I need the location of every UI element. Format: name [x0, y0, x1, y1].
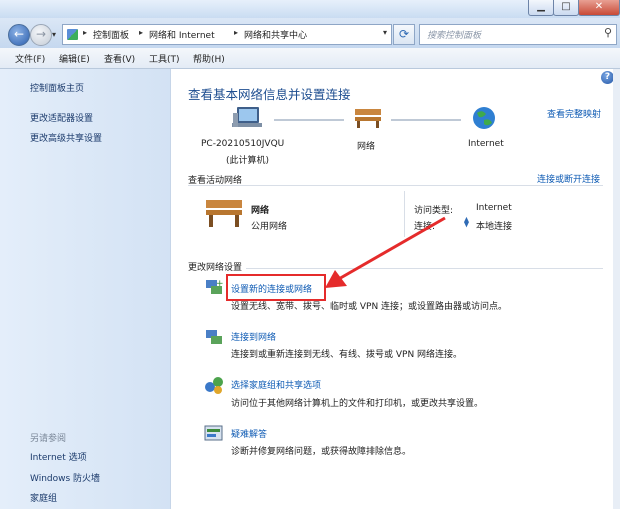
sidebar-item-homegroup[interactable]: 家庭组	[30, 491, 57, 504]
sidebar-item-control-panel-home[interactable]: 控制面板主页	[30, 81, 84, 94]
breadcrumb-control-panel[interactable]: 控制面板	[93, 28, 129, 41]
task-connect-to-network[interactable]: 连接到网络	[231, 330, 276, 343]
control-panel-icon	[67, 29, 78, 40]
connection-line	[391, 119, 461, 121]
access-type-value: Internet	[476, 203, 512, 213]
network-bench-icon	[355, 109, 381, 128]
connect-network-icon	[206, 330, 222, 344]
network-bench-icon	[206, 200, 242, 227]
task-troubleshoot[interactable]: 疑难解答	[231, 427, 267, 440]
menu-bar: 文件(F) 编辑(E) 查看(V) 工具(T) 帮助(H)	[0, 48, 620, 69]
breadcrumb-separator-icon[interactable]: ▸	[139, 28, 143, 37]
menu-file[interactable]: 文件(F)	[15, 52, 45, 65]
connect-disconnect-link[interactable]: 连接或断开连接	[537, 172, 600, 185]
sidebar-item-adapter-settings[interactable]: 更改适配器设置	[30, 111, 93, 124]
maximize-button[interactable]: □	[553, 0, 579, 16]
menu-help[interactable]: 帮助(H)	[193, 52, 225, 65]
ethernet-icon: ⧫	[464, 217, 469, 228]
sidebar-item-advanced-sharing[interactable]: 更改高级共享设置	[30, 131, 102, 144]
address-bar[interactable]: ▸ 控制面板 ▸ 网络和 Internet ▸ 网络和共享中心 ▾	[62, 24, 392, 45]
task-desc-connect-to-network: 连接到或重新连接到无线、有线、拨号或 VPN 网络连接。	[231, 350, 463, 360]
history-dropdown-icon[interactable]: ▾	[52, 30, 56, 39]
sidebar-item-internet-options[interactable]: Internet 选项	[30, 450, 87, 463]
network-type-link[interactable]: 公用网络	[251, 219, 287, 232]
breadcrumb-separator-icon[interactable]: ▸	[234, 28, 238, 37]
page-title: 查看基本网络信息并设置连接	[188, 87, 351, 102]
main-content: ? 查看基本网络信息并设置连接 查看完整映射 PC-20210510JVQU (…	[171, 69, 620, 509]
minimize-button[interactable]: ▁	[528, 0, 554, 16]
forward-button[interactable]: →	[30, 24, 52, 46]
computer-icon	[232, 107, 262, 127]
see-also-heading: 另请参阅	[30, 434, 67, 444]
sidebar: 控制面板主页 更改适配器设置 更改高级共享设置 另请参阅 Internet 选项…	[0, 69, 171, 509]
search-input[interactable]: 搜索控制面板	[427, 28, 481, 41]
close-button[interactable]: ✕	[578, 0, 620, 16]
divider	[188, 185, 603, 186]
search-icon[interactable]: ⚲	[604, 26, 612, 39]
breadcrumb-network-internet[interactable]: 网络和 Internet	[149, 28, 215, 41]
title-bar: ▁ □ ✕	[0, 0, 620, 18]
scrollbar[interactable]	[613, 69, 620, 509]
search-box[interactable]: 搜索控制面板 ⚲	[419, 24, 617, 45]
change-settings-label: 更改网络设置	[188, 263, 243, 273]
sidebar-item-firewall[interactable]: Windows 防火墙	[30, 471, 100, 484]
svg-text:+: +	[216, 279, 224, 289]
internet-node-label: Internet	[468, 139, 504, 149]
breadcrumb-sharing-center[interactable]: 网络和共享中心	[244, 28, 307, 41]
back-button[interactable]: ←	[8, 24, 30, 46]
task-homegroup-sharing[interactable]: 选择家庭组和共享选项	[231, 378, 321, 391]
menu-tools[interactable]: 工具(T)	[149, 52, 180, 65]
refresh-button[interactable]: ⟳	[393, 24, 415, 45]
computer-sub-label: (此计算机)	[226, 156, 270, 166]
task-desc-homegroup-sharing: 访问位于其他网络计算机上的文件和打印机，或更改共享设置。	[231, 399, 484, 409]
connection-line	[274, 119, 344, 121]
homegroup-icon	[205, 377, 223, 394]
navigation-bar: ← → ▾ ▸ 控制面板 ▸ 网络和 Internet ▸ 网络和共享中心 ▾ …	[0, 18, 620, 48]
network-node-label: 网络	[357, 142, 376, 152]
address-dropdown-icon[interactable]: ▾	[383, 28, 387, 37]
active-network-name: 网络	[251, 206, 270, 216]
troubleshoot-icon	[204, 425, 223, 441]
local-connection-link[interactable]: 本地连接	[476, 219, 512, 232]
menu-edit[interactable]: 编辑(E)	[59, 52, 90, 65]
computer-name-label: PC-20210510JVQU	[201, 139, 285, 149]
task-desc-troubleshoot: 诊断并修复网络问题，或获得故障排除信息。	[231, 447, 412, 457]
breadcrumb-separator-icon[interactable]: ▸	[83, 28, 87, 37]
view-full-map-link[interactable]: 查看完整映射	[547, 107, 601, 120]
internet-globe-icon	[473, 107, 495, 129]
highlight-box	[226, 274, 326, 301]
network-sharing-center-window: ▁ □ ✕ ← → ▾ ▸ 控制面板 ▸ 网络和 Internet ▸ 网络和共…	[0, 0, 620, 509]
new-connection-icon: +	[206, 279, 224, 294]
menu-view[interactable]: 查看(V)	[104, 52, 135, 65]
annotation-arrow	[325, 216, 446, 288]
